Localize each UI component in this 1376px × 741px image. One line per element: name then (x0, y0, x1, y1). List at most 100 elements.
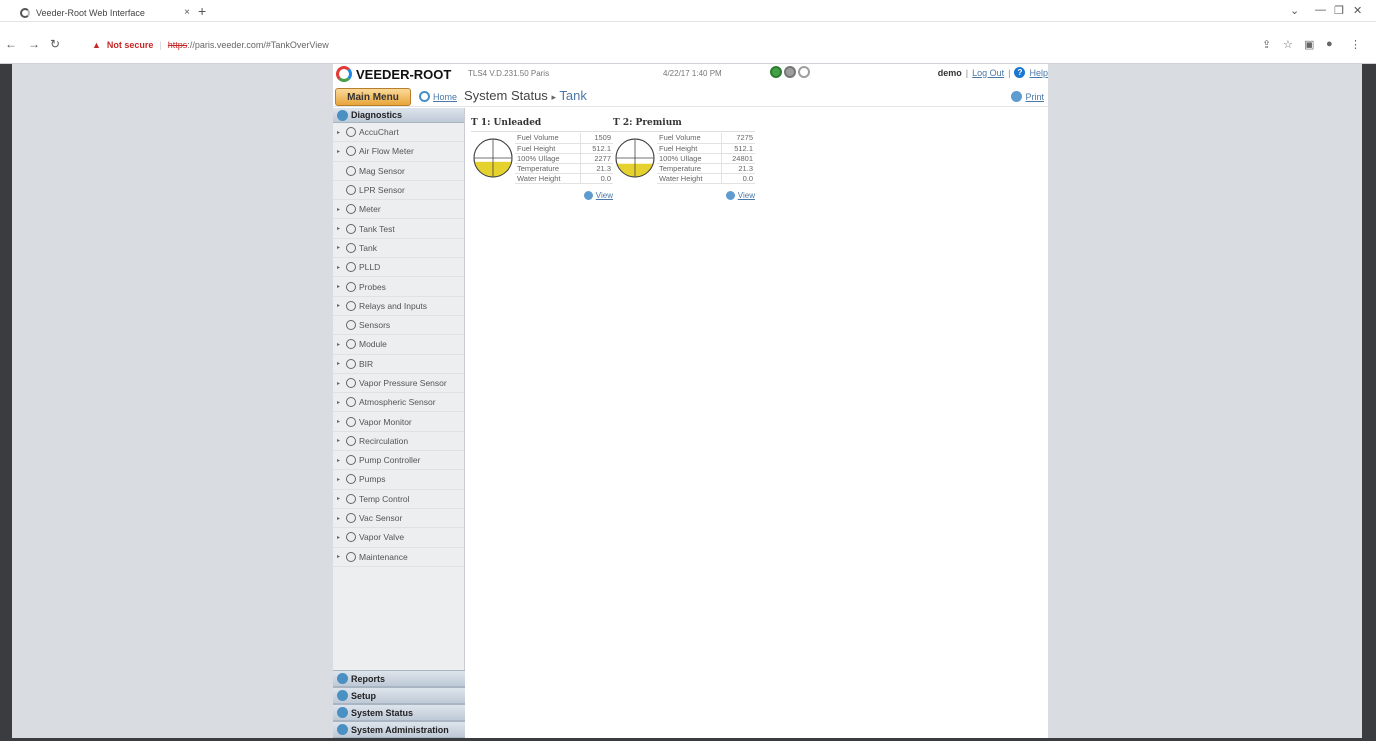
sidebar-item[interactable]: ▸ Relays and Inputs (333, 297, 464, 316)
sidebar-item[interactable]: ▸ Vapor Monitor (333, 412, 464, 432)
row-label: Fuel Volume (515, 133, 581, 144)
sidebar-item[interactable]: ▸ Recirculation (333, 432, 464, 452)
tank-body: Fuel Volume 7275 Fuel Height 512.1 100% Ul… (613, 132, 755, 200)
help-link[interactable]: Help (1029, 68, 1048, 78)
print-link[interactable]: Print (1011, 91, 1044, 102)
help-icon[interactable]: ? (1014, 67, 1026, 78)
sidebar-item[interactable]: ▸ Meter (333, 200, 464, 220)
sidebar-header-diagnostics[interactable]: Diagnostics (333, 108, 464, 123)
sidebar-item[interactable]: ▸ Atmospheric Sensor (333, 393, 464, 413)
sidebar-item[interactable]: ▸ Air Flow Meter (333, 142, 464, 162)
tab-close-icon[interactable]: × (184, 7, 190, 18)
sidebar-item[interactable]: ▸ Vapor Pressure Sensor (333, 374, 464, 394)
restore-icon[interactable]: ❐ (1334, 4, 1344, 17)
side-panel-icon[interactable]: ▣ (1304, 38, 1314, 51)
tank-title[interactable]: T 1: Unleaded (471, 118, 613, 132)
home-link[interactable]: Home (419, 91, 457, 102)
profile-icon[interactable]: ● (1326, 38, 1333, 50)
diagnostics-icon (337, 109, 348, 121)
bookmark-star-icon[interactable]: ☆ (1283, 38, 1293, 51)
row-value: 21.3 (580, 163, 613, 174)
logout-link[interactable]: Log Out (972, 68, 1004, 78)
tank-level-gauge-icon[interactable] (473, 138, 513, 178)
table-row: 100% Ullage 24801 (657, 153, 755, 164)
close-window-icon[interactable]: ✕ (1353, 4, 1362, 17)
sidebar-item[interactable]: Sensors (333, 316, 464, 336)
username: demo (937, 67, 962, 78)
diagnostic-item-icon (346, 339, 356, 350)
minimize-icon[interactable]: — (1315, 4, 1326, 16)
browser-tab[interactable]: Veeder-Root Web Interface × (20, 3, 190, 22)
sidebar-section-label: System Status (351, 707, 414, 718)
expand-arrow-icon: ▸ (337, 438, 341, 445)
sidebar-item[interactable]: ▸ Pump Controller (333, 451, 464, 471)
view-icon (725, 191, 735, 200)
sidebar-section-header[interactable]: System Administration (333, 721, 465, 738)
expand-arrow-icon: ▸ (337, 361, 341, 368)
sidebar-section-header[interactable]: System Status (333, 704, 465, 721)
sidebar-item[interactable]: LPR Sensor (333, 181, 464, 201)
sidebar-item-label: LPR Sensor (359, 185, 405, 196)
row-label: Fuel Volume (657, 133, 722, 144)
url-protocol: https (167, 40, 188, 50)
diagnostic-item-icon (346, 281, 356, 292)
window-frame-right (1362, 64, 1376, 741)
tank-panel: T 1: Unleaded Fuel Volume 1509 Fuel Heigh… (471, 118, 613, 200)
sidebar-item-label: PLLD (359, 262, 381, 273)
sidebar-item[interactable]: ▸ Vac Sensor (333, 509, 464, 529)
sidebar-item[interactable]: ▸ Maintenance (333, 548, 464, 567)
tank-view-link[interactable]: View (725, 191, 755, 200)
tank-title[interactable]: T 2: Premium (613, 118, 755, 132)
row-label: Fuel Height (657, 143, 722, 154)
table-row: Temperature 21.3 (515, 163, 613, 174)
sidebar-item[interactable]: ▸ Tank (333, 239, 464, 259)
table-row: 100% Ullage 2277 (515, 153, 613, 164)
tab-search-icon[interactable]: ⌄ (1290, 4, 1299, 17)
new-tab-button[interactable]: + (198, 3, 206, 19)
sidebar-item[interactable]: ▸ Probes (333, 277, 464, 297)
main-menu-button[interactable]: Main Menu (335, 88, 411, 106)
table-row: Water Height 0.0 (515, 173, 613, 184)
sidebar-item[interactable]: ▸ Module (333, 335, 464, 355)
status-alarm-icon (798, 66, 810, 78)
sidebar-item-label: AccuChart (359, 127, 399, 138)
tank-body: Fuel Volume 1509 Fuel Height 512.1 100% Ul… (471, 132, 613, 200)
back-icon[interactable]: ← (5, 37, 17, 51)
sidebar-item[interactable]: ▸ Tank Test (333, 219, 464, 239)
reload-icon[interactable]: ↻ (50, 37, 60, 51)
sidebar-item-label: Relays and Inputs (359, 300, 428, 311)
row-label: Temperature (515, 163, 581, 174)
expand-arrow-icon: ▸ (337, 129, 341, 136)
print-label: Print (1025, 91, 1044, 102)
sidebar-item[interactable]: ▸ BIR (333, 355, 464, 374)
expand-arrow-icon: ▸ (337, 554, 341, 561)
sidebar-item[interactable]: Mag Sensor (333, 162, 464, 181)
sidebar-item-label: Sensors (359, 320, 391, 331)
diagnostic-item-icon (346, 532, 356, 543)
home-label: Home (433, 91, 458, 102)
address-bar[interactable]: ▲ Not secure | https://paris.veeder.com/… (92, 40, 329, 50)
view-label: View (595, 191, 613, 200)
veeder-root-logo-icon (336, 66, 352, 82)
tank-view-link[interactable]: View (583, 191, 613, 200)
warning-icon: ▲ (92, 40, 101, 50)
section-icon (337, 690, 348, 701)
tab-title: Veeder-Root Web Interface (36, 7, 145, 18)
sidebar-section-header[interactable]: Setup (333, 687, 465, 704)
breadcrumb-section[interactable]: System Status (464, 88, 548, 103)
forward-icon[interactable]: → (28, 37, 40, 51)
sidebar-item[interactable]: ▸ PLLD (333, 258, 464, 278)
tank-level-gauge-icon[interactable] (615, 138, 655, 178)
section-icon (337, 673, 348, 684)
console-version: TLS4 V.D.231.50 Paris (468, 69, 550, 78)
sidebar-item[interactable]: ▸ Vapor Valve (333, 528, 464, 548)
sidebar-item[interactable]: ▸ AccuChart (333, 123, 464, 143)
expand-arrow-icon: ▸ (337, 515, 341, 522)
sidebar-item-label: Module (359, 339, 387, 350)
share-icon[interactable]: ⇪ (1262, 38, 1271, 51)
sidebar-section-header[interactable]: Reports (333, 670, 465, 687)
sidebar-section-label: System Administration (351, 724, 449, 735)
browser-menu-icon[interactable]: ⋮ (1350, 38, 1361, 51)
sidebar-item[interactable]: ▸ Temp Control (333, 490, 464, 509)
sidebar-item[interactable]: ▸ Pumps (333, 470, 464, 490)
